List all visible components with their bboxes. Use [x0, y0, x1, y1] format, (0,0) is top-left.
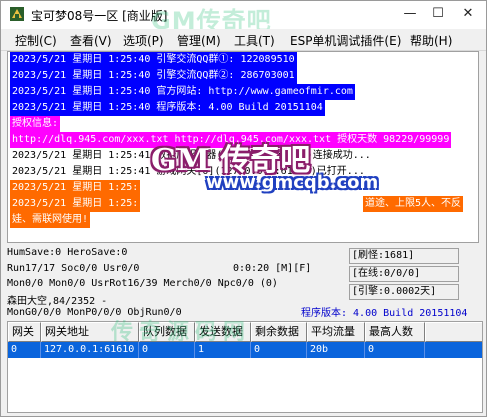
table-cell: 20b — [307, 342, 365, 358]
menu-tools[interactable]: 工具(T) — [234, 32, 275, 49]
window-title: 宝可梦08号一区 [商业版] — [31, 9, 168, 23]
log-line: 2023/5/21 星期日 1:25:40 程序版本: 4.00 Build 2… — [10, 100, 325, 116]
log-line: 道途、上限5人、不反 — [363, 196, 464, 212]
stat-monsters: Mon0/0 Mon0/0 UsrRot16/39 Merch0/0 Npc0/… — [7, 278, 278, 289]
stat-map: 森田大空,84/2352 - — [7, 296, 108, 307]
column-header[interactable]: 平均流量 — [307, 322, 365, 342]
log-line: 2023/5/21 星期日 1:25:40 官方网站: http://www.g… — [10, 84, 355, 100]
maximize-button[interactable]: ☐ — [424, 3, 452, 25]
version-label: 程序版本: 4.00 Build 20151104 — [301, 308, 468, 319]
log-line: 2023/5/21 星期日 1:25:40 引擎交流QQ群①: 12208951… — [10, 52, 297, 68]
stat-run: Run17/17 Soc0/0 Usr0/0 — [7, 263, 140, 274]
menu-manage[interactable]: 管理(M) — [177, 32, 221, 49]
menu-esp-plugin[interactable]: ESP单机调试插件(E) — [290, 32, 401, 49]
menu-help[interactable]: 帮助(H) — [410, 32, 452, 49]
close-button[interactable]: ✕ — [454, 3, 482, 25]
menu-view[interactable]: 查看(V) — [70, 32, 112, 49]
log-line: 2023/5/21 星期日 1:25:40 引擎交流QQ群②: 28670300… — [10, 68, 297, 84]
watermark-bottom: 传奇源码网 — [111, 320, 252, 345]
column-header[interactable]: 最高人数 — [365, 322, 425, 342]
menu-control[interactable]: 控制(C) — [15, 32, 57, 49]
table-cell: 0 — [251, 342, 307, 358]
menu-bar: 控制(C) 查看(V) 选项(P) 管理(M) 工具(T) ESP单机调试插件(… — [1, 29, 486, 51]
stat-timer: 0:0:20 [M][F] — [233, 263, 312, 274]
refresh-counter: [刷怪:1681] — [349, 248, 459, 264]
log-line: 2023/5/21 星期日 1:25: — [10, 180, 141, 196]
table-cell: 0 — [365, 342, 425, 358]
title-bar[interactable]: 宝可梦08号一区 [商业版] GM传奇吧 — ☐ ✕ — [1, 1, 486, 35]
engine-counter: [引擎:0.0002天] — [349, 284, 459, 300]
log-line: 授权信息: — [10, 116, 61, 132]
watermark-url: www.gmcqb.com — [206, 172, 379, 193]
column-header[interactable]: 网关 — [8, 322, 41, 342]
minimize-button[interactable]: — — [396, 3, 424, 25]
column-header[interactable]: 剩余数据 — [251, 322, 307, 342]
stat-save: HumSave:0 HeroSave:0 — [7, 247, 128, 258]
status-panel: HumSave:0 HeroSave:0 Run17/17 Soc0/0 Usr… — [7, 245, 479, 320]
menu-options[interactable]: 选项(P) — [123, 32, 164, 49]
log-line: 2023/5/21 星期日 1:25: — [10, 196, 141, 212]
online-counter: [在线:0/0/0] — [349, 266, 459, 282]
table-cell: 0 — [8, 342, 41, 358]
server-window: 宝可梦08号一区 [商业版] GM传奇吧 — ☐ ✕ 控制(C) 查看(V) 选… — [0, 0, 487, 417]
log-line: 娃、需联网使用! — [10, 212, 91, 228]
app-icon — [10, 7, 24, 21]
column-header-filler — [425, 322, 482, 342]
